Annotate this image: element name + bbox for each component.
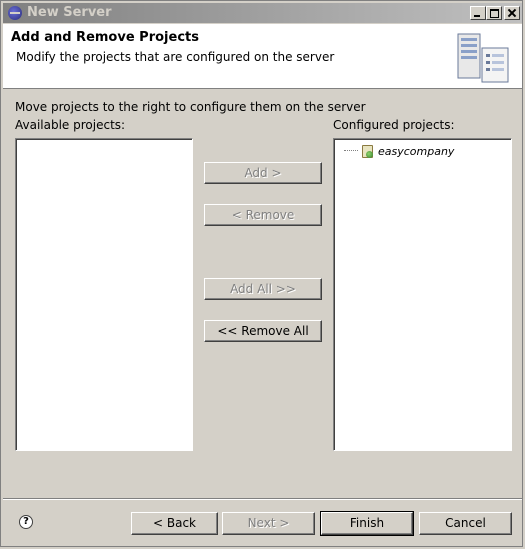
project-label: easycompany [378,144,455,158]
page-title: Add and Remove Projects [11,30,199,45]
add-button[interactable]: Add > [204,162,322,184]
finish-button[interactable]: Finish [320,511,414,536]
list-item[interactable]: easycompany [344,143,454,159]
new-server-dialog: New Server Add and Remove Projects Modif… [0,0,523,547]
back-button[interactable]: < Back [131,512,218,535]
page-description: Modify the projects that are configured … [16,50,335,64]
maximize-button[interactable] [486,6,502,20]
cancel-button[interactable]: Cancel [419,512,512,535]
footer-separator [3,498,522,500]
minimize-button[interactable] [470,6,486,20]
wizard-header: Add and Remove Projects Modify the proje… [3,24,522,89]
title-bar: New Server [3,3,522,23]
configured-projects-label: Configured projects: [333,118,455,132]
available-projects-label: Available projects: [15,118,126,132]
remove-button[interactable]: < Remove [204,204,322,226]
instruction-text: Move projects to the right to configure … [15,100,366,114]
add-all-button[interactable]: Add All >> [204,278,322,300]
web-project-icon [360,144,374,158]
close-button[interactable] [504,6,520,20]
configured-projects-list[interactable]: easycompany [333,138,512,451]
available-projects-list[interactable] [15,138,193,451]
remove-all-button[interactable]: << Remove All [204,320,322,342]
help-icon[interactable]: ? [19,515,33,529]
eclipse-icon [8,6,22,20]
window-title: New Server [27,5,112,20]
server-icon [457,33,509,83]
next-button[interactable]: Next > [222,512,315,535]
